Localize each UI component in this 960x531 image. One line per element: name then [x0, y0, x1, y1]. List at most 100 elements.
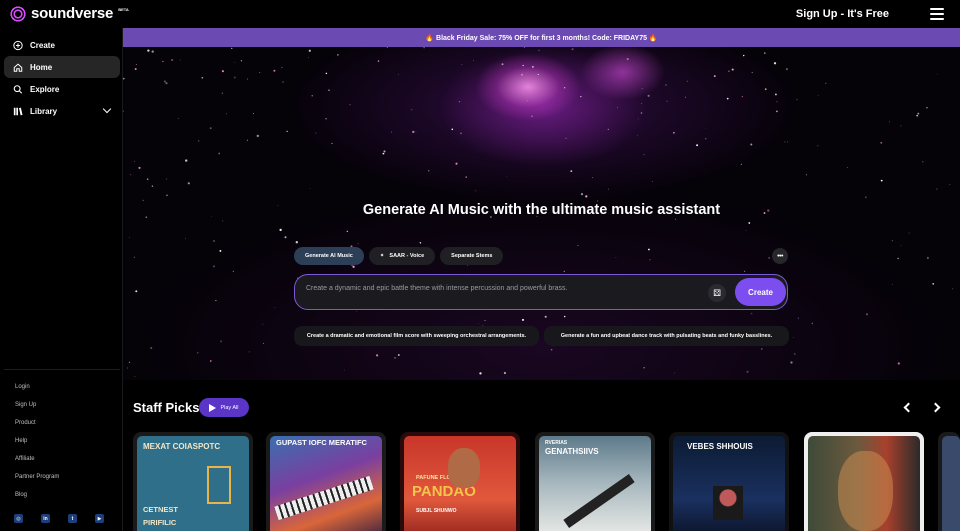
prompt-box[interactable]: Create a dynamic and epic battle theme w… [294, 274, 788, 310]
star [626, 58, 629, 61]
star [309, 188, 311, 189]
youtube-icon[interactable]: ▶ [95, 514, 104, 523]
footer-link-help[interactable]: Help [15, 438, 27, 444]
play-all-button[interactable]: Play All [199, 398, 249, 417]
star [847, 167, 848, 168]
tab-saar-voice[interactable]: ✦ SAAR - Voice [368, 247, 436, 265]
star [565, 137, 567, 139]
star [521, 73, 523, 76]
footer-link-login[interactable]: Login [15, 384, 30, 390]
sidebar-item-label: Home [30, 62, 53, 72]
tab-separate-stems[interactable]: Separate Stems [440, 247, 504, 265]
star [428, 170, 430, 172]
star [162, 60, 164, 63]
linkedin-icon[interactable]: in [41, 514, 50, 523]
promo-banner[interactable]: 🔥 Black Friday Sale: 75% OFF for first 3… [123, 28, 960, 47]
star [523, 47, 526, 48]
footer-link-blog[interactable]: Blog [15, 492, 27, 498]
footer-link-partner-program[interactable]: Partner Program [15, 474, 59, 480]
star [295, 241, 298, 244]
star [142, 199, 144, 201]
sidebar-item-library[interactable]: Library [4, 100, 120, 122]
album-card[interactable]: GUPAST IOFC MERATIFC [266, 432, 386, 531]
hero-title: Generate AI Music with the ultimate musi… [362, 202, 721, 218]
sidebar-item-create[interactable]: Create [4, 34, 120, 56]
instagram-icon[interactable]: ◎ [14, 514, 23, 523]
album-card-partial[interactable] [938, 432, 960, 531]
album-card[interactable]: VEBES SHHOUIS [669, 432, 789, 531]
album-caption: SUBJL SHUNWO [416, 508, 457, 514]
twitter-icon[interactable]: t [68, 514, 77, 523]
star [764, 88, 767, 91]
signup-link[interactable]: Sign Up - It's Free [796, 8, 889, 20]
star [577, 244, 579, 247]
footer-link-product[interactable]: Product [15, 420, 36, 426]
star [411, 109, 413, 111]
album-card[interactable]: RVERIAS GENATHSIIVS [535, 432, 655, 531]
album-card[interactable] [804, 432, 924, 531]
star [794, 353, 796, 355]
star [544, 315, 547, 318]
star [503, 371, 506, 375]
star [811, 322, 813, 325]
star [246, 78, 248, 80]
beta-badge: BETA [118, 7, 129, 12]
suggestion-chip[interactable]: Generate a fun and upbeat dance track wi… [544, 326, 789, 346]
star [817, 95, 819, 97]
footer-link-signup[interactable]: Sign Up [15, 402, 36, 408]
sparkle-icon: ✦ [379, 253, 385, 259]
star [728, 70, 730, 73]
star [215, 300, 217, 302]
star [185, 238, 186, 240]
star [150, 346, 153, 350]
star [455, 162, 458, 165]
star [397, 354, 400, 356]
star [412, 130, 415, 134]
star [617, 107, 618, 108]
star [774, 93, 777, 96]
menu-icon[interactable] [930, 8, 944, 20]
sidebar-item-home[interactable]: Home [4, 56, 120, 78]
star [673, 131, 675, 134]
album-card[interactable]: PAFUNE FLOR PANDAO SUBJL SHUNWO [400, 432, 520, 531]
carousel-prev-icon[interactable] [903, 402, 914, 413]
soundverse-logo-icon [10, 5, 26, 22]
carousel-next-icon[interactable] [930, 402, 941, 413]
prompt-input[interactable]: Create a dynamic and epic battle theme w… [306, 285, 567, 292]
create-button[interactable]: Create [735, 278, 786, 306]
logo[interactable]: soundverse BETA [10, 5, 129, 22]
star [776, 110, 778, 113]
star [751, 71, 753, 74]
star [248, 351, 250, 353]
star [790, 361, 793, 364]
star [151, 50, 154, 53]
star [797, 317, 799, 319]
star [352, 265, 355, 268]
star [219, 249, 222, 252]
star [792, 337, 794, 338]
chevron-down-icon[interactable] [102, 104, 112, 114]
star [550, 348, 553, 351]
star [284, 236, 287, 239]
dice-icon[interactable]: ⚄ [708, 284, 726, 302]
social-links: ◎ in t ▶ [14, 514, 104, 523]
star [259, 72, 261, 73]
star [226, 113, 227, 115]
star [825, 82, 827, 84]
star [386, 47, 388, 48]
section-title-staff-picks: Staff Picks [133, 400, 200, 415]
sidebar-item-explore[interactable]: Explore [4, 78, 120, 100]
suggestion-chip[interactable]: Create a dramatic and emotional film sco… [294, 326, 539, 346]
footer-link-affiliate[interactable]: Affiliate [15, 456, 35, 462]
star [231, 47, 233, 49]
star [580, 96, 582, 98]
album-card[interactable]: MEXAT COIASPOTC CETNEST PIRIFILIC [133, 432, 253, 531]
star [461, 64, 463, 66]
star [220, 340, 223, 343]
more-options-button[interactable]: ••• [772, 248, 788, 264]
star [134, 160, 136, 162]
star [328, 89, 330, 91]
star [580, 193, 584, 196]
star [218, 152, 221, 155]
tab-generate-ai-music[interactable]: Generate AI Music [294, 247, 364, 265]
